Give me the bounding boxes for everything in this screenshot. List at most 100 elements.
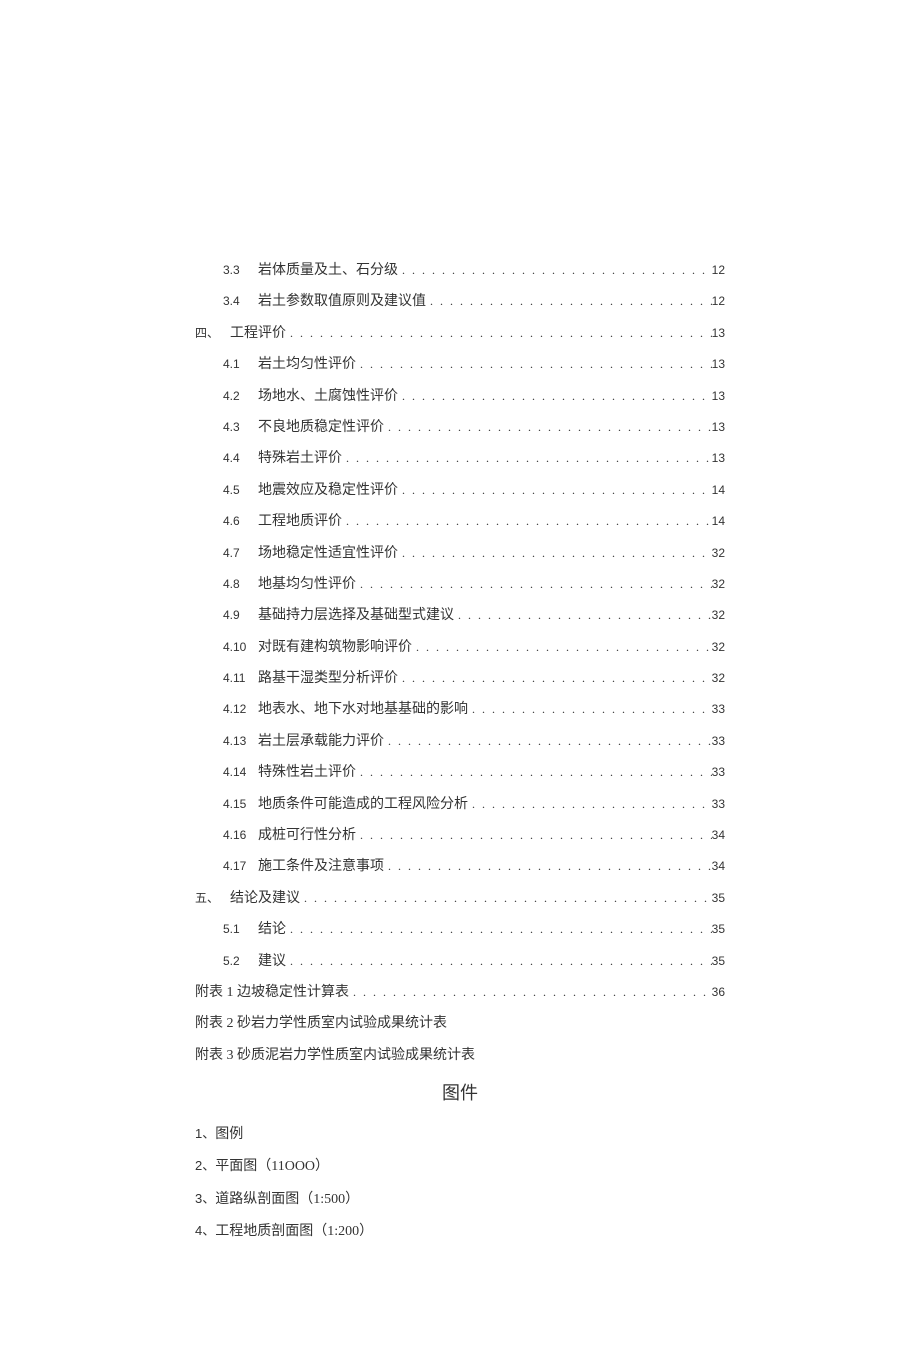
toc-entry-title: 施工条件及注意事项 bbox=[258, 856, 384, 878]
toc-leader-dots bbox=[384, 857, 712, 876]
toc-entry-title: 地质条件可能造成的工程风险分析 bbox=[258, 794, 468, 816]
toc-entry-title: 结论 bbox=[258, 919, 286, 941]
toc-leader-dots bbox=[286, 920, 712, 939]
toc-entry-page: 33 bbox=[712, 763, 725, 782]
toc-entry-title: 地震效应及稳定性评价 bbox=[258, 480, 398, 502]
toc-entry-number: 4.5 bbox=[223, 481, 258, 500]
toc-entry: 4.3不良地质稳定性评价 13 bbox=[195, 417, 725, 439]
toc-entry-title: 工程地质评价 bbox=[258, 511, 342, 533]
toc-entry-number: 4.8 bbox=[223, 575, 258, 594]
toc-entry-page: 35 bbox=[712, 920, 725, 939]
figure-item-title: 图例 bbox=[215, 1127, 243, 1142]
toc-entry-number: 4.3 bbox=[223, 418, 258, 437]
toc-leader-dots bbox=[384, 732, 712, 751]
toc-entry: 4.15地质条件可能造成的工程风险分析 33 bbox=[195, 794, 725, 816]
toc-leader-dots bbox=[356, 355, 712, 374]
toc-leader-dots bbox=[286, 324, 712, 343]
toc-entry-page: 32 bbox=[712, 606, 725, 625]
toc-entry: 4.12地表水、地下水对地基基础的影响33 bbox=[195, 699, 725, 721]
toc-entry-title: 地基均匀性评价 bbox=[258, 574, 356, 596]
toc-entry-number: 五、 bbox=[195, 889, 230, 908]
toc-leader-dots bbox=[300, 889, 712, 908]
toc-entry-title: 附表 2 砂岩力学性质室内试验成果统计表 bbox=[195, 1013, 447, 1035]
toc-entry-title: 不良地质稳定性评价 bbox=[258, 417, 384, 439]
toc-entry-number: 4.4 bbox=[223, 449, 258, 468]
figure-item-number: 4、 bbox=[195, 1223, 215, 1238]
toc-entry: 3.4岩土参数取值原则及建议值12 bbox=[195, 291, 725, 313]
toc-entry: 4.17施工条件及注意事项 34 bbox=[195, 856, 725, 878]
toc-entry-number: 5.2 bbox=[223, 952, 258, 971]
toc-entry-number: 4.7 bbox=[223, 544, 258, 563]
toc-entry-number: 4.14 bbox=[223, 763, 258, 782]
toc-entry: 4.14特殊性岩土评价 33 bbox=[195, 762, 725, 784]
toc-leader-dots bbox=[468, 700, 712, 719]
figures-section-title: 图件 bbox=[195, 1079, 725, 1108]
toc-entry-page: 12 bbox=[712, 292, 725, 311]
toc-entry-page: 36 bbox=[712, 983, 725, 1002]
toc-entry: 4.16成桩可行性分析 34 bbox=[195, 825, 725, 847]
toc-entry-title: 岩土参数取值原则及建议值 bbox=[258, 291, 426, 313]
toc-entry-page: 32 bbox=[712, 638, 725, 657]
figure-list-item: 1、图例 bbox=[195, 1124, 725, 1146]
toc-entry-number: 4.13 bbox=[223, 732, 258, 751]
toc-entry: 4.11路基干湿类型分析评价 32 bbox=[195, 668, 725, 690]
toc-leader-dots bbox=[356, 575, 712, 594]
toc-entry: 四、工程评价13 bbox=[195, 323, 725, 345]
toc-leader-dots bbox=[412, 638, 712, 657]
toc-entry-title: 工程评价 bbox=[230, 323, 286, 345]
toc-entry: 5.1结论 35 bbox=[195, 919, 725, 941]
toc-entry-number: 5.1 bbox=[223, 920, 258, 939]
toc-entry-page: 13 bbox=[712, 418, 725, 437]
toc-entry-page: 14 bbox=[712, 512, 725, 531]
toc-entry-page: 13 bbox=[712, 355, 725, 374]
toc-entry-number: 4.16 bbox=[223, 826, 258, 845]
toc-entry: 4.13岩土层承载能力评价33 bbox=[195, 731, 725, 753]
toc-entry-title: 基础持力层选择及基础型式建议 bbox=[258, 605, 454, 627]
toc-entry-title: 建议 bbox=[258, 951, 286, 973]
toc-entry: 5.2建议35 bbox=[195, 951, 725, 973]
toc-entry-title: 附表 1 边坡稳定性计算表 bbox=[195, 982, 349, 1004]
toc-entry-number: 4.12 bbox=[223, 700, 258, 719]
figure-list-item: 3、道路纵剖面图（1:500） bbox=[195, 1189, 725, 1211]
toc-entry: 五、结论及建议35 bbox=[195, 888, 725, 910]
figure-item-number: 1、 bbox=[195, 1126, 215, 1141]
toc-entry-title: 岩土均匀性评价 bbox=[258, 354, 356, 376]
toc-entry-title: 特殊性岩土评价 bbox=[258, 762, 356, 784]
toc-entry-title: 岩体质量及土、石分级 bbox=[258, 260, 398, 282]
toc-entry-number: 4.11 bbox=[223, 669, 258, 688]
toc-entry-title: 附表 3 砂质泥岩力学性质室内试验成果统计表 bbox=[195, 1045, 475, 1067]
toc-entry: 4.6工程地质评价14 bbox=[195, 511, 725, 533]
toc-entry-number: 4.17 bbox=[223, 857, 258, 876]
toc-leader-dots bbox=[356, 826, 712, 845]
toc-leader-dots bbox=[398, 261, 712, 280]
toc-leader-dots bbox=[468, 795, 712, 814]
toc-entry-title: 场地稳定性适宜性评价 bbox=[258, 543, 398, 565]
toc-entry: 4.10对既有建构筑物影响评价32 bbox=[195, 637, 725, 659]
toc-entry: 4.9基础持力层选择及基础型式建议32 bbox=[195, 605, 725, 627]
toc-entry-number: 4.15 bbox=[223, 795, 258, 814]
toc-entry: 3.3岩体质量及土、石分级12 bbox=[195, 260, 725, 282]
toc-entry-number: 3.3 bbox=[223, 261, 258, 280]
toc-leader-dots bbox=[398, 669, 712, 688]
figure-item-number: 2、 bbox=[195, 1158, 215, 1173]
toc-entry-title: 岩土层承载能力评价 bbox=[258, 731, 384, 753]
toc-entry-number: 四、 bbox=[195, 324, 230, 343]
figures-list: 1、图例 2、平面图（11OOO） 3、道路纵剖面图（1:500） 4、工程地质剖面图… bbox=[195, 1124, 725, 1244]
toc-leader-dots bbox=[454, 606, 712, 625]
toc-entry: 4.8地基均匀性评价32 bbox=[195, 574, 725, 596]
toc-entry-title: 成桩可行性分析 bbox=[258, 825, 356, 847]
toc-entry-page: 34 bbox=[712, 826, 725, 845]
toc-entry-page: 32 bbox=[712, 669, 725, 688]
toc-entry-page: 33 bbox=[712, 700, 725, 719]
toc-entry-title: 结论及建议 bbox=[230, 888, 300, 910]
toc-entry-page: 33 bbox=[712, 795, 725, 814]
toc-entry: 4.2场地水、土腐蚀性评价13 bbox=[195, 386, 725, 408]
toc-entry-page: 34 bbox=[712, 857, 725, 876]
figure-item-title: 工程地质剖面图（1:200） bbox=[215, 1224, 373, 1239]
figure-list-item: 2、平面图（11OOO） bbox=[195, 1156, 725, 1178]
toc-entry: 4.5地震效应及稳定性评价14 bbox=[195, 480, 725, 502]
figure-item-number: 3、 bbox=[195, 1191, 215, 1206]
toc-leader-dots bbox=[384, 418, 712, 437]
toc-entry-title: 路基干湿类型分析评价 bbox=[258, 668, 398, 690]
toc-entry-page: 32 bbox=[712, 544, 725, 563]
